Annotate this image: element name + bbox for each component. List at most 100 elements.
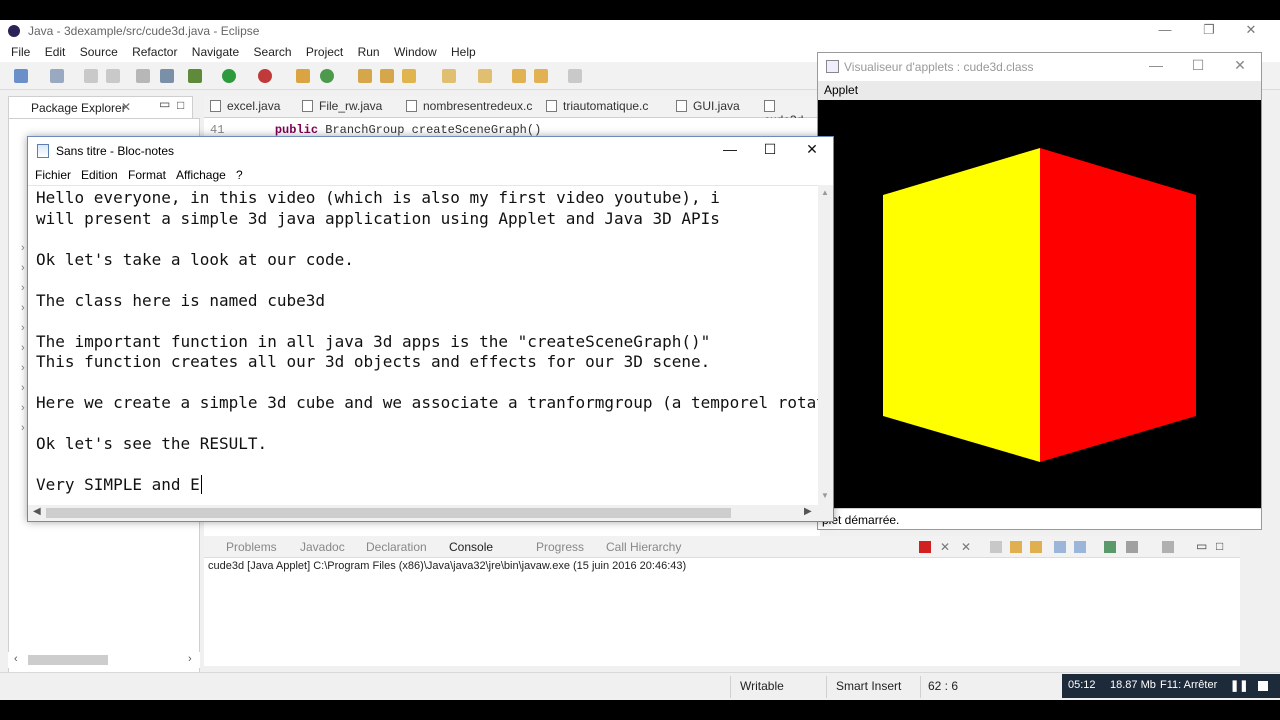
menu-help[interactable]: Help xyxy=(451,45,476,59)
console-output[interactable]: cude3d [Java Applet] C:\Program Files (x… xyxy=(204,558,1240,666)
close-icon[interactable]: ✕ xyxy=(792,141,832,161)
remove-launch-icon[interactable]: ✕ xyxy=(940,541,952,553)
notepad-vscroll[interactable]: ▲ ▼ xyxy=(818,185,833,505)
package-explorer-hscroll[interactable]: ‹ › xyxy=(8,652,200,668)
minimize-view-icon[interactable]: ▭ xyxy=(1196,540,1208,552)
tab-declaration[interactable]: Declaration xyxy=(366,540,427,554)
skip-breakpoints-icon[interactable] xyxy=(160,69,174,83)
minimize-view-icon[interactable]: ▭ xyxy=(159,97,170,111)
menu-navigate[interactable]: Navigate xyxy=(192,45,239,59)
new-icon[interactable] xyxy=(14,69,28,83)
menu-format[interactable]: Format xyxy=(128,168,166,182)
search-icon[interactable] xyxy=(402,69,416,83)
pin-console-icon[interactable] xyxy=(1104,541,1116,553)
menu-applet[interactable]: Applet xyxy=(824,83,858,97)
terminate-icon[interactable] xyxy=(919,541,931,553)
expand-chevron-icon[interactable]: › xyxy=(21,422,25,434)
expand-chevron-icon[interactable]: › xyxy=(21,402,25,414)
scroll-up-icon[interactable]: ▲ xyxy=(821,188,829,197)
expand-chevron-icon[interactable]: › xyxy=(21,382,25,394)
package-explorer-tab[interactable]: Package Explorer ✕ ▭ □ xyxy=(8,96,193,118)
menu-fichier[interactable]: Fichier xyxy=(35,168,71,182)
tab-console[interactable]: Console xyxy=(449,540,493,554)
forward-icon[interactable] xyxy=(568,69,582,83)
expand-chevron-icon[interactable]: › xyxy=(21,342,25,354)
expand-chevron-icon[interactable]: › xyxy=(21,282,25,294)
notepad-title: Sans titre - Bloc-notes xyxy=(56,144,175,158)
notepad-text-area[interactable]: Hello everyone, in this video (which is … xyxy=(28,185,818,505)
new-java-project-icon[interactable] xyxy=(296,69,310,83)
menu-file[interactable]: File xyxy=(11,45,30,59)
new-class-icon[interactable] xyxy=(358,69,372,83)
close-icon[interactable]: ✕ xyxy=(1220,57,1260,77)
open-type-icon[interactable] xyxy=(380,69,394,83)
menu-search[interactable]: Search xyxy=(254,45,292,59)
applet-canvas[interactable] xyxy=(818,100,1261,508)
next-annotation-icon[interactable] xyxy=(478,69,492,83)
scroll-right-icon[interactable]: ▶ xyxy=(804,506,812,517)
menu-affichage[interactable]: Affichage xyxy=(176,168,226,182)
notepad-hscroll[interactable]: ◀ ▶ xyxy=(28,505,833,521)
scroll-thumb[interactable] xyxy=(28,655,108,665)
scroll-down-icon[interactable]: ▼ xyxy=(821,491,829,500)
menu-help[interactable]: ? xyxy=(236,168,243,182)
debug-icon[interactable] xyxy=(188,69,202,83)
remove-all-icon[interactable]: ✕ xyxy=(961,541,973,553)
print-icon[interactable] xyxy=(136,69,150,83)
editor-tab[interactable]: triautomatique.c xyxy=(546,99,648,113)
last-edit-icon[interactable] xyxy=(512,69,526,83)
external-tools-icon[interactable] xyxy=(258,69,272,83)
close-icon[interactable]: ✕ xyxy=(1236,22,1266,40)
stop-icon[interactable] xyxy=(1258,681,1268,691)
expand-chevron-icon[interactable]: › xyxy=(21,242,25,254)
save-all-icon[interactable] xyxy=(106,69,120,83)
run-icon[interactable] xyxy=(222,69,236,83)
show-on-output-icon[interactable] xyxy=(1054,541,1066,553)
maximize-icon[interactable]: ☐ xyxy=(1178,57,1218,77)
maximize-icon[interactable]: ☐ xyxy=(750,141,790,161)
tab-call-hierarchy[interactable]: Call Hierarchy xyxy=(606,540,681,554)
scroll-lock-icon[interactable] xyxy=(1010,541,1022,553)
maximize-view-icon[interactable]: □ xyxy=(1216,540,1228,552)
maximize-view-icon[interactable]: □ xyxy=(177,98,184,112)
expand-chevron-icon[interactable]: › xyxy=(21,302,25,314)
expand-chevron-icon[interactable]: › xyxy=(21,262,25,274)
menu-project[interactable]: Project xyxy=(306,45,343,59)
scroll-thumb[interactable] xyxy=(46,508,731,518)
save-icon[interactable] xyxy=(84,69,98,83)
back-icon[interactable] xyxy=(534,69,548,83)
restore-icon[interactable]: ❐ xyxy=(1194,22,1224,40)
annotation-icon[interactable] xyxy=(442,69,456,83)
tab-javadoc[interactable]: Javadoc xyxy=(300,540,345,554)
scroll-right-icon[interactable]: › xyxy=(188,653,192,665)
scroll-left-icon[interactable]: ◀ xyxy=(33,506,41,517)
scroll-left-icon[interactable]: ‹ xyxy=(14,653,18,665)
editor-tab[interactable]: GUI.java xyxy=(676,99,740,113)
expand-chevron-icon[interactable]: › xyxy=(21,322,25,334)
menu-window[interactable]: Window xyxy=(394,45,437,59)
tab-problems[interactable]: Problems xyxy=(226,540,277,554)
menu-run[interactable]: Run xyxy=(358,45,380,59)
word-wrap-icon[interactable] xyxy=(1030,541,1042,553)
open-icon[interactable] xyxy=(50,69,64,83)
editor-tab[interactable]: excel.java xyxy=(210,99,280,113)
menu-edition[interactable]: Edition xyxy=(81,168,118,182)
editor-tab[interactable]: nombresentredeux.c xyxy=(406,99,532,113)
minimize-icon[interactable]: — xyxy=(1150,22,1180,40)
cube-right-face xyxy=(1040,148,1196,462)
show-on-error-icon[interactable] xyxy=(1074,541,1086,553)
menu-refactor[interactable]: Refactor xyxy=(132,45,177,59)
close-view-icon[interactable]: ✕ xyxy=(121,100,131,114)
pause-icon[interactable]: ❚❚ xyxy=(1230,679,1248,692)
clear-console-icon[interactable] xyxy=(990,541,1002,553)
minimize-icon[interactable]: — xyxy=(1136,57,1176,77)
editor-tab[interactable]: File_rw.java xyxy=(302,99,382,113)
expand-chevron-icon[interactable]: › xyxy=(21,362,25,374)
new-package-icon[interactable] xyxy=(320,69,334,83)
tab-progress[interactable]: Progress xyxy=(536,540,584,554)
display-console-icon[interactable] xyxy=(1126,541,1138,553)
minimize-icon[interactable]: — xyxy=(710,141,750,161)
menu-edit[interactable]: Edit xyxy=(45,45,66,59)
menu-source[interactable]: Source xyxy=(80,45,118,59)
open-console-icon[interactable] xyxy=(1162,541,1174,553)
